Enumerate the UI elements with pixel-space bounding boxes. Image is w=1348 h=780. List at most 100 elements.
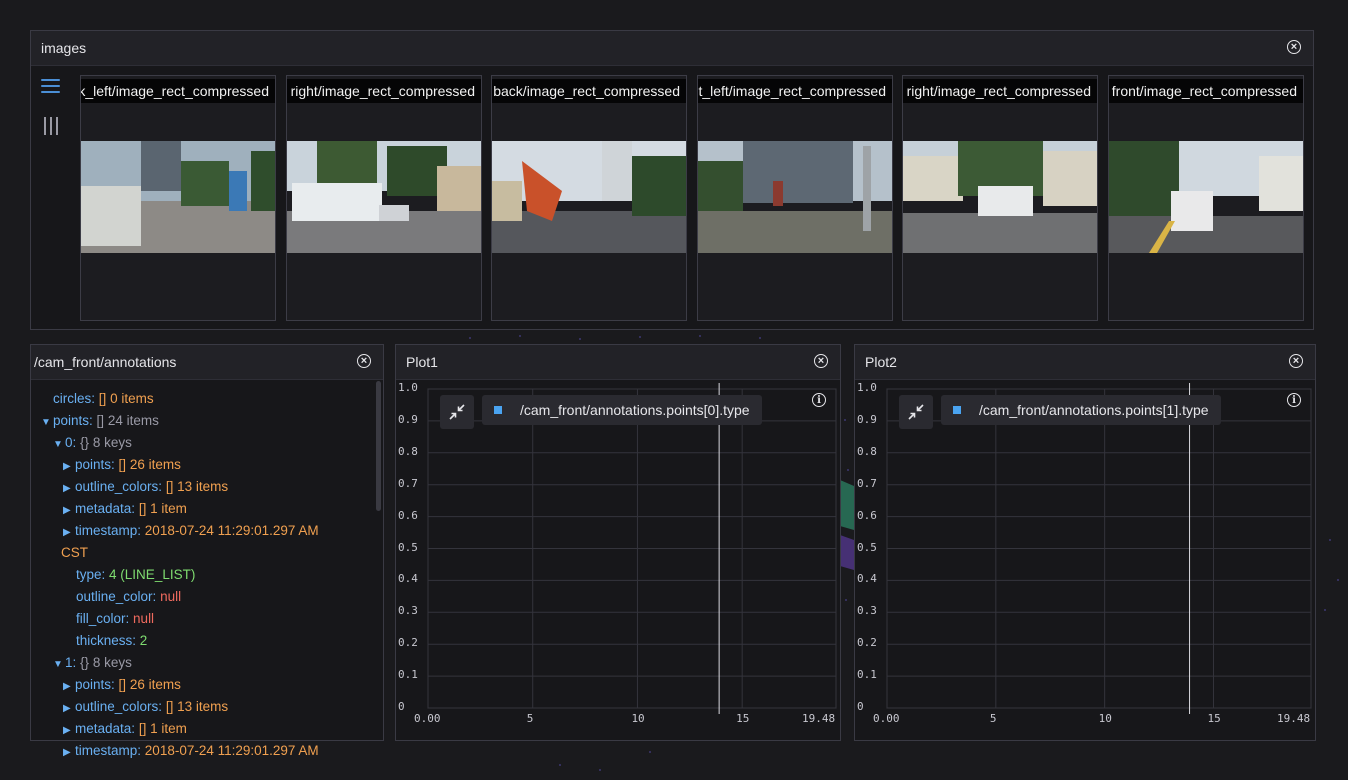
x-tick-label: 0.00	[414, 712, 441, 725]
y-tick-label: 0.6	[398, 508, 418, 522]
y-tick-label: 0.8	[857, 444, 877, 458]
y-tick-label: 0.3	[398, 604, 418, 618]
annotations-panel-header: /cam_front/annotations ×	[31, 345, 383, 380]
tree-value: 1 item	[150, 721, 187, 736]
tree-row[interactable]: ▼ points: [] 24 items	[31, 410, 383, 432]
x-tick-label: 10	[631, 712, 645, 725]
y-tick-label: 1.0	[857, 381, 877, 394]
tree-value: 2018-07-24 11:29:01.297 AM	[144, 523, 319, 538]
image-topic-label: right/image_rect_compressed	[287, 79, 481, 103]
tree-row[interactable]: ▶ points: [] 26 items	[31, 674, 383, 696]
collapsed-triangle-icon[interactable]: ▶	[63, 478, 75, 499]
info-icon[interactable]: i	[1287, 393, 1301, 407]
expanded-triangle-icon[interactable]: ▼	[53, 654, 65, 675]
tree-key: outline_colors:	[75, 699, 163, 714]
tree-type-marker: []	[165, 479, 174, 494]
images-panel-header: images ×	[31, 31, 1313, 66]
x-tick-label: 5	[526, 712, 534, 725]
close-icon[interactable]: ×	[1287, 40, 1301, 54]
tree-row[interactable]: ▶ points: [] 26 items	[31, 454, 383, 476]
tree-row[interactable]: ▶ outline_colors: [] 13 items	[31, 476, 383, 498]
tree-value: 2018-07-24 11:29:01.297 AM	[144, 743, 319, 758]
plot-legend[interactable]: /cam_front/annotations.points[1].type	[941, 395, 1221, 425]
tree-row: fill_color: null	[31, 608, 383, 630]
collapse-arrows-icon[interactable]	[899, 395, 933, 429]
image-tile[interactable]: front/image_rect_compressed	[1108, 75, 1304, 321]
tree-row[interactable]: ▼ 1: {} 8 keys	[31, 652, 383, 674]
tree-key: points:	[75, 457, 115, 472]
tree-value: 26 items	[129, 677, 181, 692]
scrollbar[interactable]	[376, 381, 381, 511]
image-tile[interactable]: right/image_rect_compressed	[286, 75, 482, 321]
collapsed-triangle-icon[interactable]: ▶	[63, 742, 75, 763]
tree-key: timestamp:	[75, 743, 142, 758]
annotations-panel-title: /cam_front/annotations	[34, 354, 177, 370]
tree-type-marker: []	[98, 391, 107, 406]
tree-key: circles:	[53, 391, 96, 406]
tree-row[interactable]: ▼ 0: {} 8 keys	[31, 432, 383, 454]
image-tile[interactable]: k_left/image_rect_compressed	[80, 75, 276, 321]
info-icon[interactable]: i	[812, 393, 826, 407]
tree-value: 1 item	[150, 501, 187, 516]
columns-icon[interactable]	[44, 117, 58, 135]
plot-legend[interactable]: /cam_front/annotations.points[0].type	[482, 395, 762, 425]
close-icon[interactable]: ×	[357, 354, 371, 368]
camera-image	[1109, 141, 1303, 253]
x-tick-label: 10	[1098, 712, 1112, 725]
y-tick-label: 0.9	[398, 412, 418, 426]
tree-row[interactable]: ▶ metadata: [] 1 item	[31, 498, 383, 520]
y-tick-label: 0.5	[398, 540, 418, 554]
tree-value: 24 items	[107, 413, 159, 428]
tree-value: 0 items	[110, 391, 154, 406]
tree-row: CST	[31, 542, 383, 564]
hamburger-icon[interactable]	[41, 79, 60, 93]
y-tick-label: 0.4	[398, 572, 418, 586]
tree-value: 2	[139, 633, 148, 648]
tree-value: 13 items	[177, 479, 229, 494]
plot1-panel: Plot1 × 1.0 0.9 0.8 0.7 0.6 0.5 0.4 0.3 0.2 0.1 0 0…	[395, 344, 841, 741]
y-tick-label: 0.2	[398, 636, 418, 650]
tree-value: CST	[61, 545, 88, 560]
tree-value: null	[160, 589, 182, 604]
tree-key: type:	[76, 567, 106, 582]
tree-row[interactable]: ▶ timestamp: 2018-07-24 11:29:01.297 AM	[31, 520, 383, 542]
camera-image	[903, 141, 1097, 253]
image-tile[interactable]: right/image_rect_compressed	[902, 75, 1098, 321]
tree-row[interactable]: ▶ metadata: [] 1 item	[31, 718, 383, 740]
collapse-arrows-icon[interactable]	[440, 395, 474, 429]
tree-key: 0:	[65, 435, 77, 450]
legend-color-swatch	[494, 406, 502, 414]
collapsed-triangle-icon[interactable]: ▶	[63, 698, 75, 719]
annotations-panel: /cam_front/annotations × circles: [] 0 i…	[30, 344, 384, 758]
tree-value: 8 keys	[92, 655, 132, 670]
tree-key: outline_colors:	[75, 479, 163, 494]
tree-value: 8 keys	[92, 435, 132, 450]
image-topic-label: t_left/image_rect_compressed	[698, 79, 892, 103]
tree-key: thickness:	[76, 633, 137, 648]
image-topic-label: front/image_rect_compressed	[1109, 79, 1303, 103]
tree-row[interactable]: ▶ timestamp: 2018-07-24 11:29:01.297 AM	[31, 740, 383, 762]
x-tick-label: 15	[736, 712, 750, 725]
image-tile[interactable]: back/image_rect_compressed	[491, 75, 687, 321]
tree-type-marker: []	[138, 721, 147, 736]
collapsed-triangle-icon[interactable]: ▶	[63, 522, 75, 543]
legend-color-swatch	[953, 406, 961, 414]
y-tick-label: 1.0	[398, 381, 418, 394]
tree-row[interactable]: ▶ outline_colors: [] 13 items	[31, 696, 383, 718]
image-topic-label: k_left/image_rect_compressed	[81, 79, 275, 103]
image-tile[interactable]: t_left/image_rect_compressed	[697, 75, 893, 321]
expanded-triangle-icon[interactable]: ▼	[41, 412, 53, 433]
x-tick-label: 15	[1207, 712, 1221, 725]
collapsed-triangle-icon[interactable]: ▶	[63, 676, 75, 697]
y-tick-label: 0.8	[398, 444, 418, 458]
expanded-triangle-icon[interactable]: ▼	[53, 434, 65, 455]
collapsed-triangle-icon[interactable]: ▶	[63, 500, 75, 521]
tree-value: 26 items	[129, 457, 181, 472]
legend-series-label: /cam_front/annotations.points[0].type	[520, 402, 750, 418]
x-tick-label: 19.48	[1277, 712, 1311, 725]
tree-key: fill_color:	[76, 611, 130, 626]
collapsed-triangle-icon[interactable]: ▶	[63, 456, 75, 477]
camera-image	[81, 141, 275, 253]
collapsed-triangle-icon[interactable]: ▶	[63, 720, 75, 741]
tree-type-marker: {}	[80, 435, 90, 450]
